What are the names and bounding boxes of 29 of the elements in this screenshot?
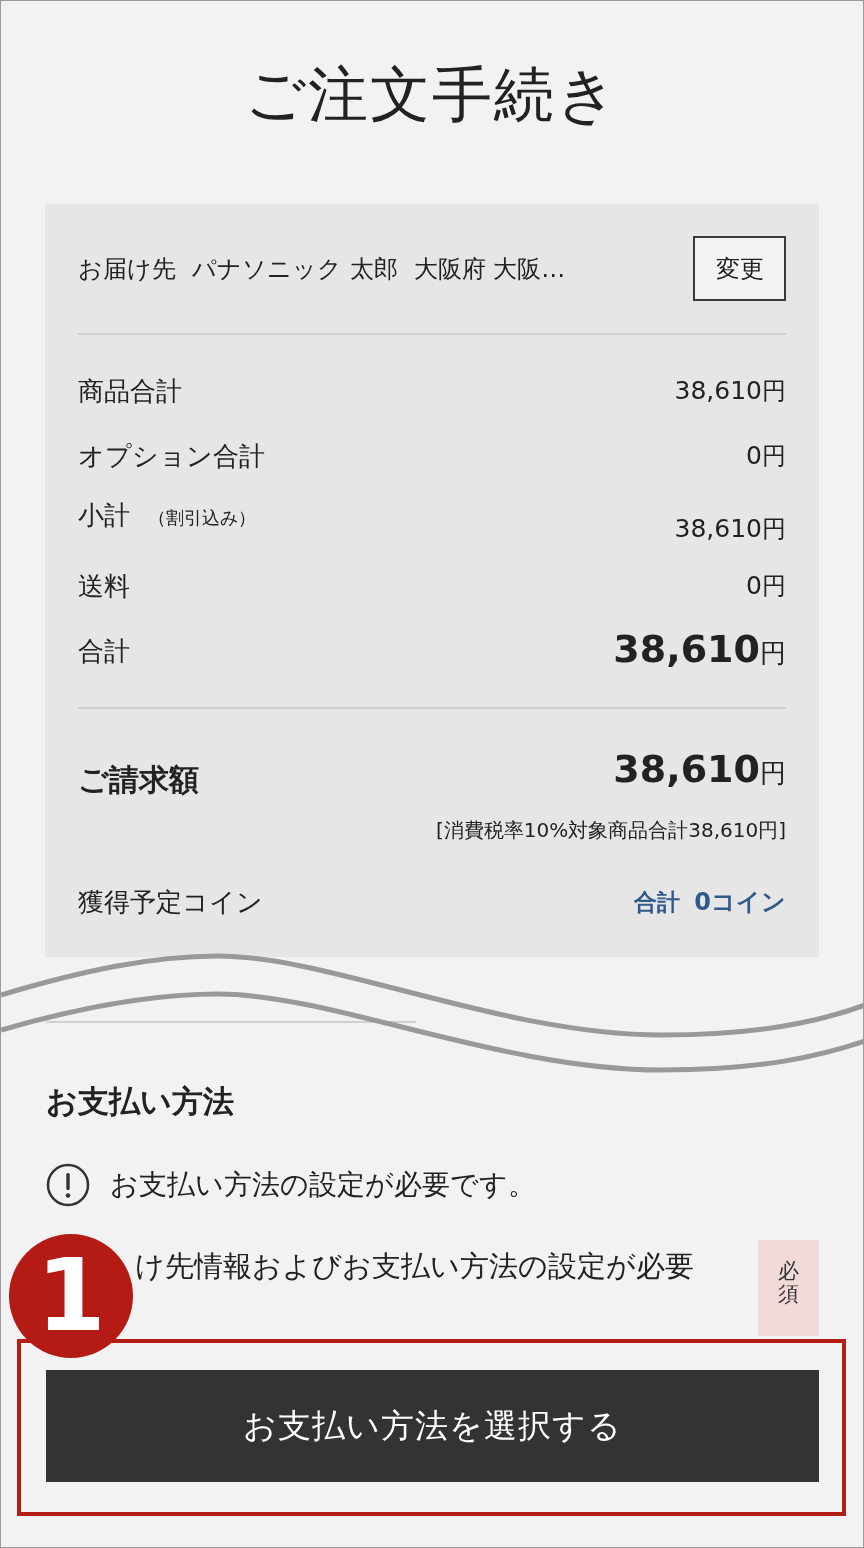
row-label: 送料	[78, 570, 130, 603]
row-amount: 38,610円	[674, 513, 786, 545]
recipient-name: パナソニック 太郎	[192, 253, 398, 285]
alert-message: お支払い方法の設定が必要です。	[110, 1167, 536, 1203]
row-label: 小計	[78, 499, 130, 532]
select-payment-button[interactable]: お支払い方法を選択する	[46, 1370, 819, 1482]
delivery-address: 大阪府 大阪…	[413, 253, 566, 285]
page-title: ご注文手続き	[245, 58, 619, 130]
row-amount: 38,610円	[674, 375, 786, 407]
row-label: オプション合計	[78, 440, 265, 473]
step-badge: 1	[9, 1234, 133, 1358]
billing-amount: 38,610円	[613, 747, 786, 793]
billing-label: ご請求額	[78, 760, 199, 799]
row-label: 商品合計	[78, 375, 182, 408]
coins-total: 0コイン	[694, 887, 786, 918]
total-amount: 38,610円	[613, 627, 786, 673]
tax-note: [消費税率10%対象商品合計38,610円]	[435, 817, 786, 844]
change-button[interactable]: 変更	[693, 236, 786, 301]
row-amount: 0円	[746, 440, 786, 472]
coins-total-label: 合計	[634, 888, 681, 917]
row-amount: 0円	[746, 570, 786, 602]
coins-label: 獲得予定コイン	[78, 886, 263, 919]
delivery-label: お届け先	[78, 253, 176, 285]
required-tag: 必須	[758, 1240, 819, 1336]
row-note: （割引込み）	[148, 506, 256, 530]
notice-text: け先情報およびお支払い方法の設定が必要	[135, 1248, 694, 1284]
exclamation-icon	[46, 1163, 90, 1207]
section-heading: お支払い方法	[46, 1083, 234, 1119]
row-label: 合計	[78, 635, 130, 668]
